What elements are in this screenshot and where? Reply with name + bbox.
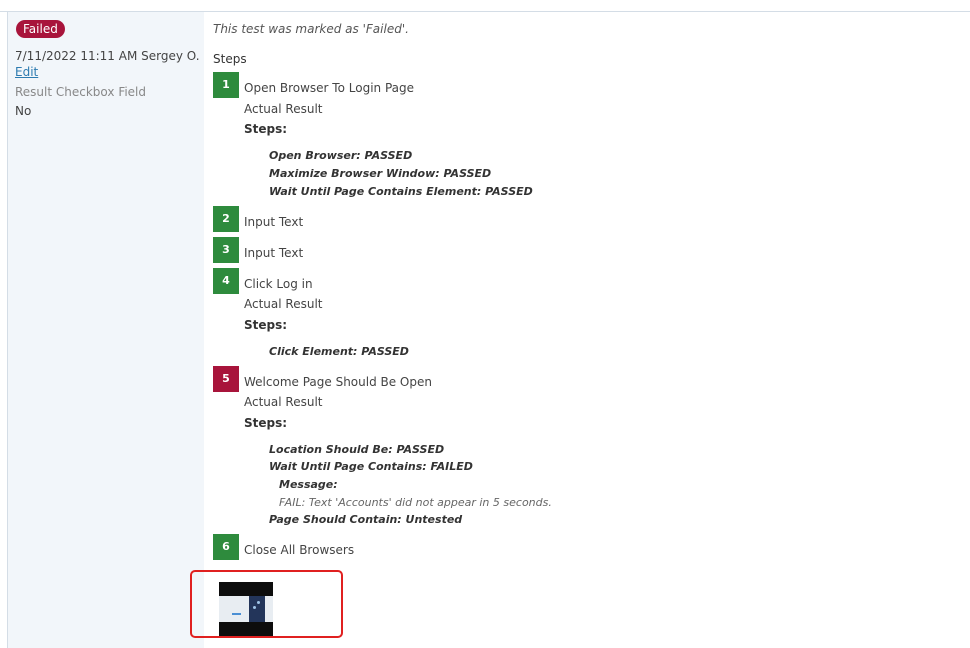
actual-result-label: Actual Result xyxy=(244,395,323,409)
step-number-badge: 4 xyxy=(213,268,239,294)
step-title: Open Browser To Login Page xyxy=(244,81,414,95)
screenshot-thumbnail-icon[interactable] xyxy=(219,582,273,636)
steps-content: This test was marked as 'Failed'. Steps … xyxy=(204,12,970,648)
steps-heading: Steps xyxy=(213,52,247,66)
step-title: Click Log in xyxy=(244,277,313,291)
result-sidebar: Failed 7/11/2022 11:11 AM Sergey O. Edit… xyxy=(7,12,205,648)
substep-result: Open Browser: PASSED xyxy=(269,149,413,162)
status-badge: Failed xyxy=(16,20,65,38)
failure-message: FAIL: Text 'Accounts' did not appear in … xyxy=(279,496,552,509)
step-title: Close All Browsers xyxy=(244,543,355,557)
field-label: Result Checkbox Field xyxy=(15,85,147,99)
step-number-badge: 3 xyxy=(213,237,239,263)
substep-result: Click Element: PASSED xyxy=(269,345,409,358)
thumbnail-bar xyxy=(232,613,241,615)
test-result-panel: Failed 7/11/2022 11:11 AM Sergey O. Edit… xyxy=(0,0,970,648)
step-number-badge: 2 xyxy=(213,206,239,232)
step-title: Input Text xyxy=(244,215,304,229)
step-title: Welcome Page Should Be Open xyxy=(244,375,432,389)
thumbnail-panel xyxy=(249,596,265,622)
thumbnail-dot xyxy=(253,606,256,609)
actual-result-label: Actual Result xyxy=(244,297,323,311)
substep-result: Wait Until Page Contains: FAILED xyxy=(269,460,473,473)
substep-result: Wait Until Page Contains Element: PASSED xyxy=(269,185,533,198)
steps-label: Steps: xyxy=(244,416,288,430)
result-meta: 7/11/2022 11:11 AM Sergey O. Edit xyxy=(15,48,204,80)
timestamp-user: 7/11/2022 11:11 AM Sergey O. xyxy=(15,49,200,63)
status-note: This test was marked as 'Failed'. xyxy=(213,22,409,36)
step-title: Input Text xyxy=(244,246,304,260)
actual-result-label: Actual Result xyxy=(244,102,323,116)
step-number-badge: 5 xyxy=(213,366,239,392)
steps-label: Steps: xyxy=(244,122,288,136)
substep-result: Maximize Browser Window: PASSED xyxy=(269,167,492,180)
edit-link[interactable]: Edit xyxy=(15,65,38,79)
thumbnail-dot xyxy=(257,601,260,604)
field-value: No xyxy=(15,104,32,118)
step-number-badge: 1 xyxy=(213,72,239,98)
step-number-badge: 6 xyxy=(213,534,239,560)
message-label: Message: xyxy=(279,478,338,491)
steps-label: Steps: xyxy=(244,318,288,332)
substep-result: Page Should Contain: Untested xyxy=(269,513,463,526)
substep-result: Location Should Be: PASSED xyxy=(269,443,445,456)
